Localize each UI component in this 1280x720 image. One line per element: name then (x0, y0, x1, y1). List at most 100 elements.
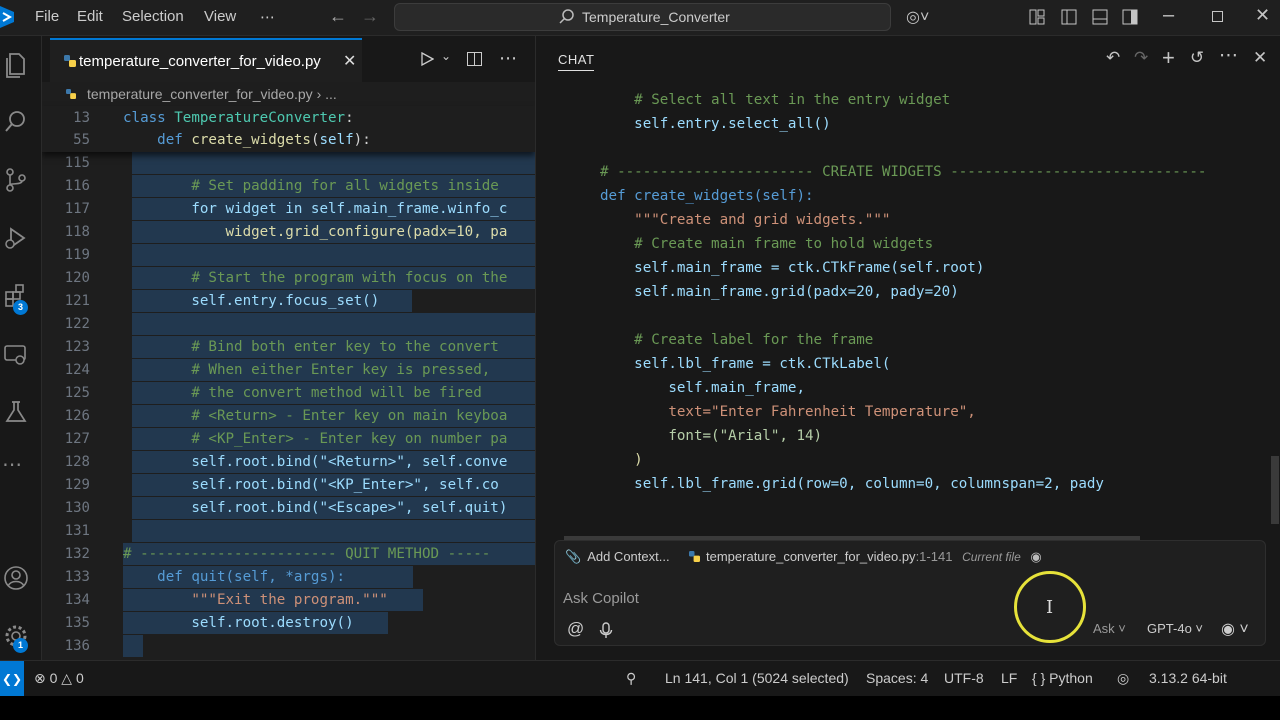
title-bar: File Edit Selection View ⋯ ← → Temperatu… (0, 0, 1280, 36)
more-actions-icon[interactable]: ⋯ (1219, 44, 1238, 67)
chat-code-line: self.main_frame.grid(padx=20, pady=20) (600, 284, 959, 300)
code-line-120: # Start the program with focus on the (123, 270, 508, 286)
menu-view[interactable]: View (204, 8, 236, 25)
model-dropdown[interactable]: GPT-4o ˅ (1147, 621, 1203, 636)
menu-more[interactable]: ⋯ (260, 8, 275, 26)
code-line-128: self.root.bind("<Return>", self.conve (123, 454, 508, 470)
source-control-icon[interactable] (2, 166, 30, 194)
line-number: 117 (64, 201, 90, 217)
line-number: 118 (64, 224, 90, 240)
chat-code-line: self.entry.select_all() (600, 116, 831, 132)
warning-count: 0 (75, 670, 84, 686)
remote-explorer-icon[interactable] (2, 340, 30, 368)
line-number: 130 (64, 500, 90, 516)
more-views-icon[interactable]: ⋯ (2, 452, 30, 480)
extensions-badge: 3 (13, 300, 28, 315)
encoding[interactable]: UTF-8 (944, 670, 984, 686)
python-interpreter[interactable]: 3.13.2 64-bit (1149, 670, 1227, 686)
chat-title[interactable]: CHAT (558, 52, 595, 71)
history-icon[interactable]: ↺ (1190, 48, 1204, 68)
customize-layout-icon[interactable] (1029, 9, 1045, 25)
eye-icon[interactable]: ◉ (1030, 549, 1041, 564)
split-editor-icon[interactable] (467, 52, 482, 66)
code-area[interactable]: 115 116 117 118 119 120 121 122 123 124 … (42, 152, 535, 660)
testing-icon[interactable] (2, 398, 30, 426)
toggle-sidebar-icon[interactable] (1061, 9, 1077, 25)
explorer-icon[interactable] (2, 50, 30, 78)
mention-at-icon[interactable]: @ (567, 619, 584, 639)
code-line-118: widget.grid_configure(padx=10, pa (123, 224, 508, 240)
chat-code-line: self.lbl_frame = ctk.CTkLabel( (600, 356, 891, 372)
chat-code-line: def create_widgets(self): (600, 188, 814, 204)
close-window-icon[interactable]: ✕ (1255, 5, 1270, 26)
line-number: 115 (64, 155, 90, 171)
problems-indicator[interactable]: ⊗ 0 △ 0 (34, 670, 84, 687)
cursor-position[interactable]: Ln 141, Col 1 (5024 selected) (665, 670, 849, 686)
breadcrumb-file[interactable]: temperature_converter_for_video.py › ... (87, 86, 337, 102)
search-icon[interactable] (2, 108, 30, 136)
send-options-icon[interactable]: ◉ ˅ (1221, 619, 1249, 639)
code-line-127: # <KP_Enter> - Enter key on number pa (123, 431, 508, 447)
language-mode[interactable]: { } Python (1032, 670, 1093, 686)
menu-file[interactable]: File (35, 8, 59, 25)
vscode-logo-icon[interactable] (0, 6, 14, 28)
line-number: 122 (64, 316, 90, 332)
menu-edit[interactable]: Edit (77, 8, 103, 25)
sticky-scroll[interactable]: 13 class TemperatureConverter: 55 def cr… (42, 106, 535, 152)
copilot-status-icon[interactable]: ◎ (1117, 670, 1129, 687)
breadcrumb-more: ... (325, 86, 337, 102)
command-center-search[interactable]: Temperature_Converter (394, 3, 891, 31)
toggle-panel-icon[interactable] (1092, 9, 1108, 25)
chat-code-line: font=("Arial", 14) (600, 428, 823, 444)
line-number: 127 (64, 431, 90, 447)
more-actions-icon[interactable]: ⋯ (499, 48, 517, 69)
line-number: 129 (64, 477, 90, 493)
chat-response[interactable]: # Select all text in the entry widget se… (536, 82, 1266, 552)
close-chat-icon[interactable]: ✕ (1253, 48, 1267, 68)
breadcrumb: temperature_converter_for_video.py › ... (42, 82, 535, 106)
minimize-icon[interactable]: – (1163, 4, 1174, 27)
close-tab-icon[interactable]: ✕ (343, 51, 356, 71)
chat-code-line: self.main_frame = ctk.CTkFrame(self.root… (600, 260, 985, 276)
run-python-file-icon[interactable] (420, 52, 434, 66)
code-line-135: self.root.destroy() (123, 615, 354, 631)
context-file-chip[interactable]: temperature_converter_for_video.py:1-141… (689, 549, 1042, 571)
microphone-icon[interactable] (599, 622, 613, 639)
forward-arrow-icon[interactable]: → (361, 6, 379, 27)
maximize-icon[interactable] (1212, 11, 1223, 22)
menu-selection[interactable]: Selection (122, 8, 184, 25)
end-of-line[interactable]: LF (1001, 670, 1017, 686)
remote-indicator-icon[interactable]: ❮❯ (0, 661, 24, 697)
vertical-scrollbar[interactable] (1271, 456, 1279, 524)
zoom-icon[interactable]: ⚲ (626, 670, 636, 687)
accounts-icon[interactable] (2, 564, 30, 592)
line-number: 120 (64, 270, 90, 286)
chat-code-line: text="Enter Fahrenheit Temperature", (600, 404, 976, 420)
model-label: GPT-4o (1147, 621, 1192, 636)
mode-dropdown[interactable]: Ask ˅ (1093, 621, 1126, 636)
chat-code-line: self.lbl_frame.grid(row=0, column=0, col… (600, 476, 1104, 492)
indentation[interactable]: Spaces: 4 (866, 670, 928, 686)
letterbox-bar (0, 696, 1280, 720)
text-cursor-icon: I (1046, 597, 1054, 618)
back-arrow-icon[interactable]: ← (329, 6, 347, 27)
undo-icon[interactable]: ↶ (1106, 48, 1120, 68)
copilot-icon[interactable]: ◎˅ (906, 7, 929, 27)
chat-code-line: # ----------------------- CREATE WIDGETS… (600, 164, 1207, 180)
chat-code-line: # Create label for the frame (600, 332, 874, 348)
python-file-icon (689, 551, 700, 562)
line-number: 126 (64, 408, 90, 424)
tab-temperature-converter[interactable]: temperature_converter_for_video.py ✕ (50, 38, 362, 82)
redo-icon[interactable]: ↷ (1134, 48, 1148, 68)
new-chat-plus-icon[interactable]: + (1162, 45, 1175, 71)
run-options-chevron-icon[interactable]: ⌄ (441, 49, 451, 63)
chat-panel: CHAT ↶ ↷ + ↺ ⋯ ✕ # Select all text in th… (535, 36, 1280, 660)
toggle-secondary-sidebar-icon[interactable] (1122, 9, 1138, 25)
run-debug-icon[interactable] (2, 224, 30, 252)
search-text: Temperature_Converter (582, 9, 730, 25)
status-bar: ❮❯ ⊗ 0 △ 0 ⚲ Ln 141, Col 1 (5024 selecte… (0, 660, 1280, 697)
code-line-130: self.root.bind("<Escape>", self.quit) (123, 500, 508, 516)
line-number: 133 (64, 569, 90, 585)
add-context-button[interactable]: 📎 Add Context... (565, 549, 670, 571)
line-number: 124 (64, 362, 90, 378)
